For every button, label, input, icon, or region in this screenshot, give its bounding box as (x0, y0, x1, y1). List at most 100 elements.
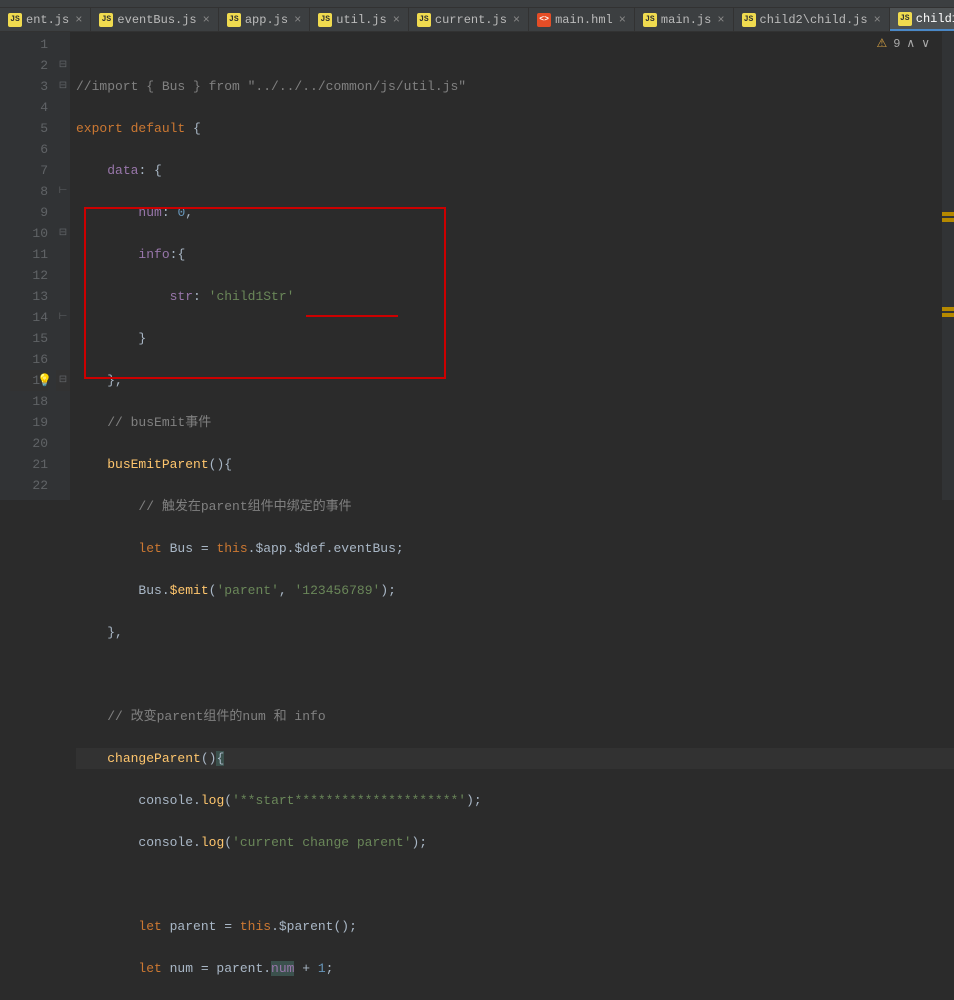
line-number: 21 (10, 454, 48, 475)
line-number: 16 (10, 349, 48, 370)
tab-eventbus-js[interactable]: JS eventBus.js × (91, 8, 218, 31)
close-icon[interactable]: × (619, 13, 626, 27)
tab-app-js[interactable]: JS app.js × (219, 8, 310, 31)
code-line: console.log('**start********************… (76, 790, 954, 811)
js-icon: JS (8, 13, 22, 27)
js-icon: JS (742, 13, 756, 27)
tab-current-js[interactable]: JS current.js × (409, 8, 529, 31)
line-number: 19 (10, 412, 48, 433)
code-line: //import { Bus } from "../../../common/j… (76, 76, 954, 97)
js-icon: JS (643, 13, 657, 27)
code-line: str: 'child1Str' (76, 286, 954, 307)
fold-minus-icon[interactable]: 💡⊟ (56, 370, 70, 391)
fold-minus-icon[interactable]: ⊟ (56, 76, 70, 97)
code-line (76, 874, 954, 895)
line-number: 15 (10, 328, 48, 349)
fold-end-icon[interactable]: ⊢ (56, 181, 70, 202)
code-line: data: { (76, 160, 954, 181)
tab-main-js[interactable]: JS main.js × (635, 8, 734, 31)
line-number: 14 (10, 307, 48, 328)
js-icon: JS (417, 13, 431, 27)
project-gutter[interactable] (0, 32, 10, 500)
close-icon[interactable]: × (393, 13, 400, 27)
stripe-warning-mark[interactable] (942, 218, 954, 222)
code-line: let parent = this.$parent(); (76, 916, 954, 937)
line-number: 3 (10, 76, 48, 97)
tab-child2-js[interactable]: JS child2\child.js × (734, 8, 890, 31)
line-number: 12 (10, 265, 48, 286)
js-icon: JS (227, 13, 241, 27)
code-line: let Bus = this.$app.$def.eventBus; (76, 538, 954, 559)
line-number: 6 (10, 139, 48, 160)
close-icon[interactable]: × (75, 13, 82, 27)
line-number: 8 (10, 181, 48, 202)
stripe-warning-mark[interactable] (942, 313, 954, 317)
line-number-gutter[interactable]: 1 2 3 4 5 6 7 8 9 10 11 12 13 14 15 16 1… (10, 32, 56, 500)
editor-area: 1 2 3 4 5 6 7 8 9 10 11 12 13 14 15 16 1… (0, 32, 954, 500)
code-line: info:{ (76, 244, 954, 265)
editor-tabs: JS ent.js × JS eventBus.js × JS app.js ×… (0, 8, 954, 32)
line-number: 18 (10, 391, 48, 412)
close-icon[interactable]: × (717, 13, 724, 27)
tab-label: main.js (661, 13, 711, 27)
tab-label: child2\child.js (760, 13, 868, 27)
inspection-status[interactable]: ⚠ 9 ∧ ∨ (876, 34, 930, 55)
tab-label: main.hml (555, 13, 613, 27)
fold-gutter[interactable]: ⊟ ⊟ ⊢ ⊟ ⊢ 💡⊟ (56, 32, 70, 500)
js-icon: JS (99, 13, 113, 27)
tab-label: child1\child.js (916, 12, 954, 26)
code-line-active: changeParent(){ (76, 748, 954, 769)
line-number: 11 (10, 244, 48, 265)
close-icon[interactable]: × (294, 13, 301, 27)
close-icon[interactable]: × (874, 13, 881, 27)
code-line: let num = parent.num + 1; (76, 958, 954, 979)
code-line (76, 664, 954, 685)
prev-highlight-icon[interactable]: ∧ (906, 34, 915, 55)
fold-icon[interactable] (56, 34, 70, 55)
code-line: }, (76, 370, 954, 391)
close-icon[interactable]: × (203, 13, 210, 27)
tab-label: current.js (435, 13, 507, 27)
fold-minus-icon[interactable]: ⊟ (56, 55, 70, 76)
breadcrumb-bar (0, 0, 954, 8)
stripe-warning-mark[interactable] (942, 307, 954, 311)
line-number: 10 (10, 223, 48, 244)
tab-child1-js[interactable]: JS child1\child.js × (890, 8, 954, 31)
line-number: 22 (10, 475, 48, 496)
line-number: 7 (10, 160, 48, 181)
js-icon: JS (898, 12, 912, 26)
code-line: } (76, 328, 954, 349)
stripe-warning-mark[interactable] (942, 212, 954, 216)
bulb-icon[interactable]: 💡 (37, 371, 52, 392)
code-line: // 改变parent组件的num 和 info (76, 706, 954, 727)
next-highlight-icon[interactable]: ∨ (921, 34, 930, 55)
warning-count: 9 (893, 34, 900, 55)
line-number: 13 (10, 286, 48, 307)
line-number: 5 (10, 118, 48, 139)
fold-end-icon[interactable]: ⊢ (56, 307, 70, 328)
code-line: console.log('current change parent'); (76, 832, 954, 853)
warning-icon: ⚠ (876, 34, 887, 55)
line-number: 1 (10, 34, 48, 55)
tab-label: util.js (336, 13, 386, 27)
code-editor[interactable]: ⚠ 9 ∧ ∨ //import { Bus } from "../../../c… (70, 32, 954, 500)
close-icon[interactable]: × (513, 13, 520, 27)
line-number: 4 (10, 97, 48, 118)
hml-icon: <> (537, 13, 551, 27)
tab-label: ent.js (26, 13, 69, 27)
code-line: Bus.$emit('parent', '123456789'); (76, 580, 954, 601)
line-number: 9 (10, 202, 48, 223)
line-number: 20 (10, 433, 48, 454)
line-number: 2 (10, 55, 48, 76)
tab-util-js[interactable]: JS util.js × (310, 8, 409, 31)
tab-label: eventBus.js (117, 13, 196, 27)
tab-main-hml[interactable]: <> main.hml × (529, 8, 635, 31)
tab-label: app.js (245, 13, 288, 27)
code-line: num: 0, (76, 202, 954, 223)
tab-ent-js[interactable]: JS ent.js × (0, 8, 91, 31)
error-stripe[interactable] (942, 32, 954, 500)
fold-minus-icon[interactable]: ⊟ (56, 223, 70, 244)
code-line: export default { (76, 118, 954, 139)
code-line: // 触发在parent组件中绑定的事件 (76, 496, 954, 517)
code-line: }, (76, 622, 954, 643)
